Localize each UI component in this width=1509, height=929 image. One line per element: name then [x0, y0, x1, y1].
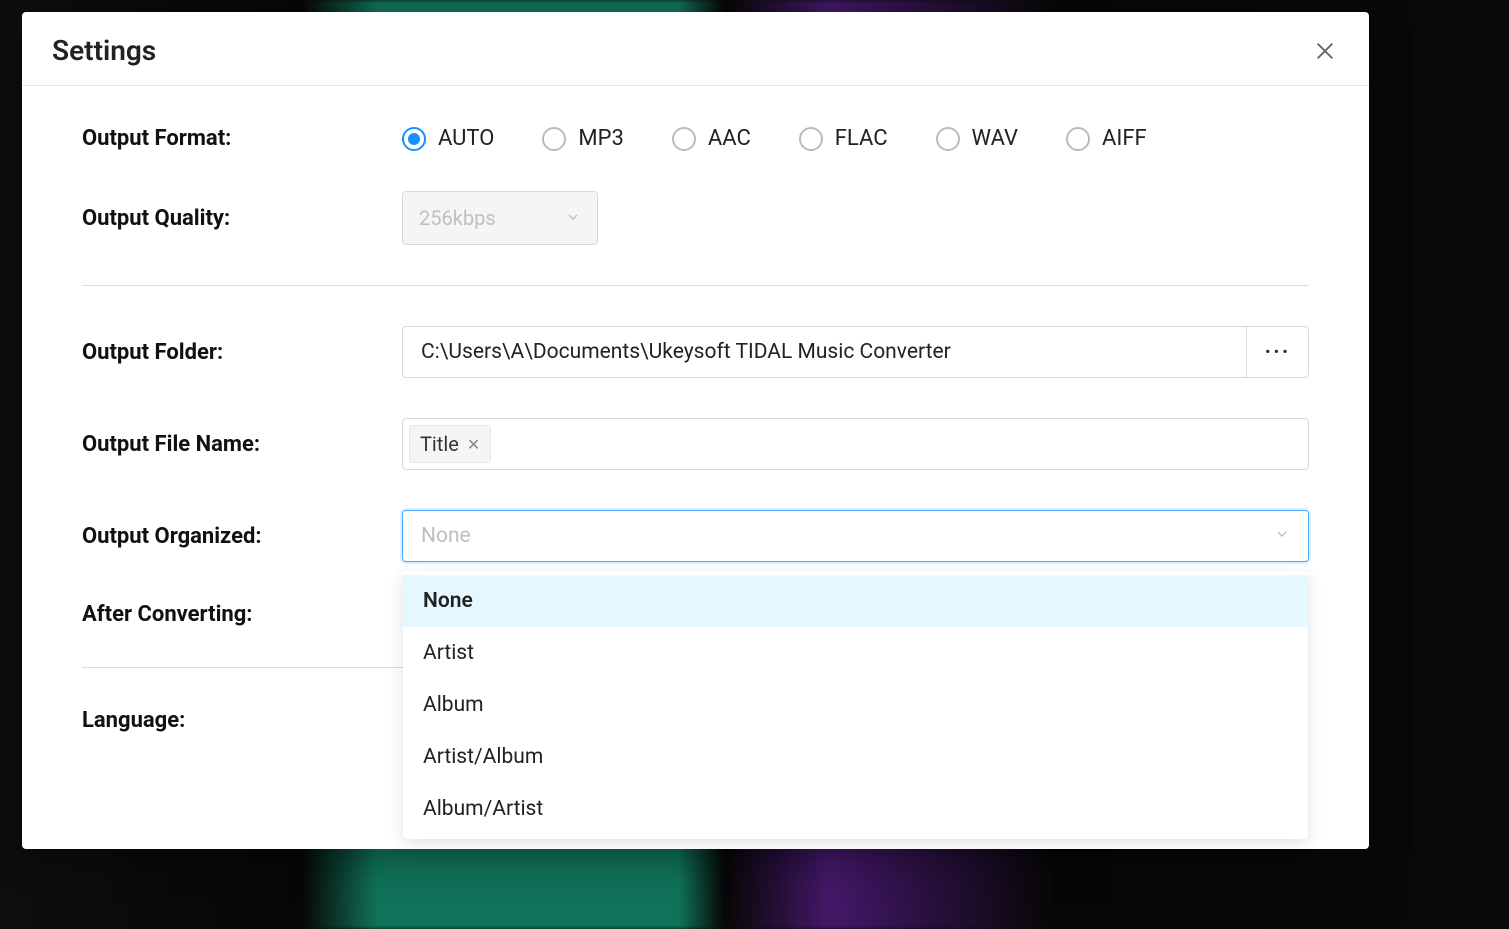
- chevron-down-icon: [565, 206, 581, 230]
- output-file-name-control: Title ✕: [402, 418, 1309, 470]
- label-output-format: Output Format:: [82, 126, 402, 151]
- tag-remove-icon[interactable]: ✕: [467, 435, 480, 454]
- radio-aac[interactable]: AAC: [672, 126, 751, 151]
- radio-label: FLAC: [835, 126, 888, 151]
- output-organized-placeholder: None: [421, 524, 471, 548]
- radio-flac[interactable]: FLAC: [799, 126, 888, 151]
- output-quality-select: 256kbps: [402, 191, 598, 245]
- output-quality-control: 256kbps: [402, 191, 1309, 245]
- radio-mp3[interactable]: MP3: [542, 126, 623, 151]
- radio-label: WAV: [972, 126, 1018, 151]
- option-none[interactable]: None: [403, 575, 1308, 627]
- radio-icon: [1066, 127, 1090, 151]
- output-quality-value: 256kbps: [419, 206, 496, 230]
- radio-label: AAC: [708, 126, 751, 151]
- radio-label: AIFF: [1102, 126, 1147, 151]
- output-folder-path: C:\Users\A\Documents\Ukeysoft TIDAL Musi…: [421, 340, 951, 364]
- modal-header: Settings: [22, 12, 1369, 86]
- output-folder-control: C:\Users\A\Documents\Ukeysoft TIDAL Musi…: [402, 326, 1309, 378]
- row-output-quality: Output Quality: 256kbps: [82, 191, 1309, 245]
- divider: [82, 285, 1309, 286]
- output-organized-select[interactable]: None None Artist Album Artist/Album Albu…: [402, 510, 1309, 562]
- radio-wav[interactable]: WAV: [936, 126, 1018, 151]
- label-after-converting: After Converting:: [82, 602, 402, 627]
- file-name-tag-title: Title ✕: [409, 425, 491, 463]
- output-format-radios: AUTO MP3 AAC FLAC WAV: [402, 126, 1309, 151]
- settings-modal: Settings Output Format: AUTO MP3 AAC: [22, 12, 1369, 849]
- row-output-format: Output Format: AUTO MP3 AAC FLAC: [82, 126, 1309, 151]
- modal-title: Settings: [52, 34, 156, 67]
- option-artist[interactable]: Artist: [403, 627, 1308, 679]
- radio-auto[interactable]: AUTO: [402, 126, 494, 151]
- ellipsis-icon: ···: [1265, 340, 1291, 365]
- output-organized-control: None None Artist Album Artist/Album Albu…: [402, 510, 1309, 562]
- radio-icon: [936, 127, 960, 151]
- row-output-organized: Output Organized: None None Artist Album…: [82, 510, 1309, 562]
- close-button[interactable]: [1311, 37, 1339, 65]
- label-output-folder: Output Folder:: [82, 340, 402, 365]
- output-organized-dropdown: None Artist Album Artist/Album Album/Art…: [403, 571, 1308, 839]
- row-output-file-name: Output File Name: Title ✕: [82, 418, 1309, 470]
- output-file-name-input[interactable]: Title ✕: [402, 418, 1309, 470]
- radio-label: AUTO: [438, 126, 494, 151]
- chevron-down-icon: [1274, 524, 1290, 548]
- radio-label: MP3: [578, 126, 623, 151]
- browse-button[interactable]: ···: [1247, 326, 1309, 378]
- label-output-file-name: Output File Name:: [82, 432, 402, 457]
- row-output-folder: Output Folder: C:\Users\A\Documents\Ukey…: [82, 326, 1309, 378]
- option-artist-album[interactable]: Artist/Album: [403, 731, 1308, 783]
- option-album[interactable]: Album: [403, 679, 1308, 731]
- radio-icon: [542, 127, 566, 151]
- radio-aiff[interactable]: AIFF: [1066, 126, 1147, 151]
- label-language: Language:: [82, 708, 402, 733]
- radio-icon: [799, 127, 823, 151]
- label-output-organized: Output Organized:: [82, 524, 402, 549]
- tag-label: Title: [420, 432, 459, 456]
- close-icon: [1314, 40, 1336, 62]
- option-album-artist[interactable]: Album/Artist: [403, 783, 1308, 835]
- label-output-quality: Output Quality:: [82, 206, 402, 231]
- radio-icon: [672, 127, 696, 151]
- output-folder-input[interactable]: C:\Users\A\Documents\Ukeysoft TIDAL Musi…: [402, 326, 1247, 378]
- modal-body: Output Format: AUTO MP3 AAC FLAC: [22, 86, 1369, 849]
- radio-icon: [402, 127, 426, 151]
